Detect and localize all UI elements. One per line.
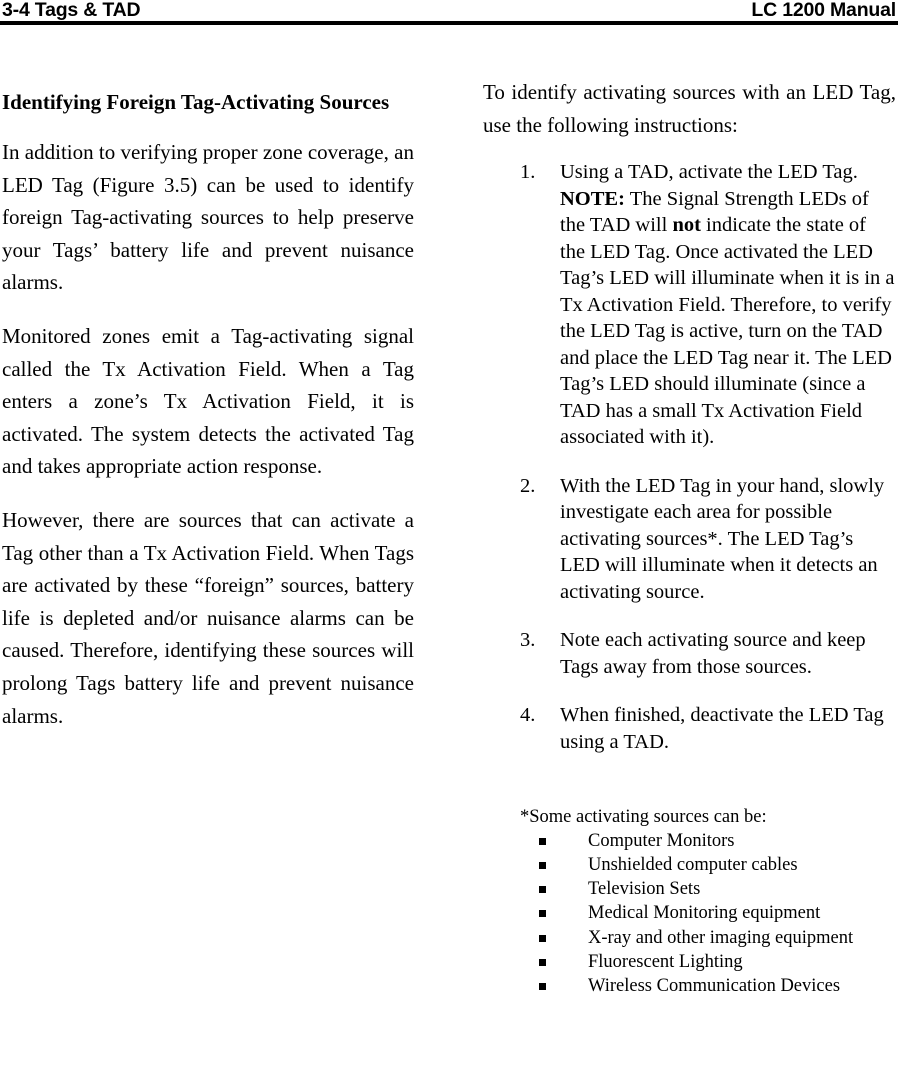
step-text: With the LED Tag in your hand, slowly in… [560, 475, 884, 603]
list-item-label: Television Sets [588, 879, 701, 900]
list-item: Medical Monitoring equipment [483, 901, 896, 925]
step-text: When finished, deactivate the LED Tag us… [560, 704, 884, 753]
header-right-title: LC 1200 Manual [751, 0, 896, 21]
step-text-run: When finished, deactivate the LED Tag us… [560, 704, 884, 753]
step-number: 4. [520, 704, 536, 727]
left-column-paragraphs: In addition to verifying proper zone cov… [2, 136, 414, 732]
body-paragraph: However, there are sources that can acti… [2, 507, 414, 728]
list-item-label: Wireless Communication Devices [588, 975, 841, 996]
list-item: Computer Monitors [483, 829, 896, 853]
step-text-run: With the LED Tag in your hand, slowly in… [560, 474, 885, 603]
document-page: 3-4 Tags & TAD LC 1200 Manual Identifyin… [0, 0, 898, 1065]
square-bullet-icon [539, 910, 546, 918]
footnote-block: *Some activating sources can be: Compute… [483, 805, 896, 998]
step-number: 3. [520, 629, 536, 652]
instruction-step: 1. Using a TAD, activate the LED Tag. NOT… [483, 159, 896, 451]
instruction-step: 4. When finished, deactivate the LED Tag … [483, 702, 896, 755]
step-text-emphasis: not [672, 214, 701, 237]
header-left-title: 3-4 Tags & TAD [2, 0, 141, 21]
step-number: 1. [520, 161, 536, 184]
left-column: Identifying Foreign Tag-Activating Sourc… [2, 62, 414, 732]
activating-sources-list: Computer Monitors Unshielded computer cab… [483, 829, 896, 998]
list-item: Wireless Communication Devices [483, 974, 896, 998]
step-text-run: Using a TAD, activate the LED Tag. [560, 161, 858, 184]
square-bullet-icon [539, 958, 546, 966]
right-column: To identify activating sources with an L… [483, 62, 896, 998]
square-bullet-icon [539, 982, 546, 990]
square-bullet-icon [539, 934, 546, 942]
instructions-intro: To identify activating sources with an L… [483, 80, 896, 137]
square-bullet-icon [539, 862, 546, 870]
list-item-label: X-ray and other imaging equipment [588, 927, 854, 948]
instruction-step: 2. With the LED Tag in your hand, slowly … [483, 473, 896, 606]
step-text-run: indicate the state of the LED Tag. Once … [560, 214, 895, 449]
body-paragraph: In addition to verifying proper zone cov… [2, 140, 414, 295]
list-item-label: Fluorescent Lighting [588, 951, 743, 972]
header-divider-rule [0, 21, 898, 25]
instruction-steps-list: 1. Using a TAD, activate the LED Tag. NOT… [483, 159, 896, 755]
list-item: X-ray and other imaging equipment [483, 926, 896, 950]
square-bullet-icon [539, 886, 546, 894]
two-column-body: Identifying Foreign Tag-Activating Sourc… [0, 62, 898, 1065]
list-item: Unshielded computer cables [483, 853, 896, 877]
footnote-lead: *Some activating sources can be: [520, 807, 767, 828]
body-paragraph: Monitored zones emit a Tag-activating si… [2, 323, 414, 479]
step-text-emphasis: NOTE: [560, 187, 625, 210]
instruction-step: 3. Note each activating source and keep T… [483, 627, 896, 680]
step-text: Note each activating source and keep Tag… [560, 629, 866, 678]
square-bullet-icon [539, 838, 546, 846]
list-item-label: Medical Monitoring equipment [588, 903, 821, 924]
page-title: Identifying Foreign Tag-Activating Sourc… [2, 90, 390, 114]
list-item-label: Computer Monitors [588, 831, 735, 852]
step-text-run: Note each activating source and keep Tag… [560, 629, 866, 678]
list-item: Television Sets [483, 877, 896, 901]
list-item-label: Unshielded computer cables [588, 855, 798, 876]
step-text: Using a TAD, activate the LED Tag. NOTE:… [560, 161, 895, 448]
step-number: 2. [520, 474, 536, 497]
list-item: Fluorescent Lighting [483, 950, 896, 974]
